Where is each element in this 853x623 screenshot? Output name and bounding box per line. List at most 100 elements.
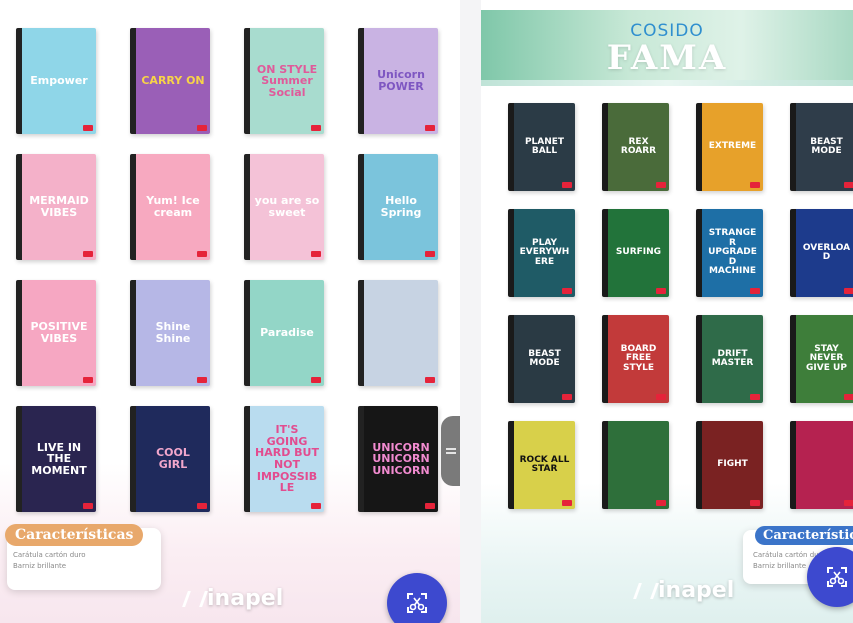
brand-badge-icon — [750, 500, 760, 506]
notebook-title: Unicorn POWER — [377, 68, 425, 93]
brand-badge-icon — [562, 500, 572, 506]
inapel-mark-icon — [182, 591, 208, 607]
brand-badge-icon — [656, 288, 666, 294]
brand-badge-icon — [311, 251, 321, 257]
left-notebook-cover[interactable]: Yum! Ice cream — [130, 154, 210, 260]
notebook-title: PLAY EVERYWHERE — [519, 237, 570, 267]
notebook-title: FIGHT — [717, 459, 748, 470]
scissors-crop-icon — [827, 567, 847, 587]
scissors-crop-icon — [407, 593, 427, 613]
notebook-title: BOARD FREE STYLE — [620, 343, 657, 373]
notebook-title: UNICORN UNICORN UNICORN — [372, 440, 430, 477]
notebook-title: ON STYLE Summer Social — [256, 62, 318, 99]
brand-badge-icon — [83, 125, 93, 131]
notebook-title: Hello Spring — [380, 194, 422, 219]
brand-badge-icon — [844, 500, 853, 506]
notebook-title: REX ROARR — [620, 136, 657, 156]
notebook-title: MERMAID VIBES — [29, 194, 89, 219]
brand-badge-icon — [425, 377, 435, 383]
left-characteristics-title: Características — [5, 524, 144, 546]
left-notebook-cover[interactable]: ON STYLE Summer Social — [244, 28, 324, 134]
left-notebook-cover[interactable]: Paradise — [244, 280, 324, 386]
notebook-title: SURFING — [615, 247, 662, 258]
brand-badge-icon — [83, 377, 93, 383]
notebook-title: EXTREME — [708, 141, 757, 152]
right-notebook-cover[interactable]: FIGHT — [696, 421, 763, 509]
left-notebook-cover[interactable]: Empower — [16, 28, 96, 134]
panel-divider — [460, 0, 481, 623]
brand-badge-icon — [311, 377, 321, 383]
left-catalog-panel: Empower CARRY ON ON STYLE Summer Social Uni… — [0, 0, 460, 623]
right-notebook-cover[interactable]: ROCK ALL STAR — [508, 421, 575, 509]
fama-banner: COSIDO FAMA — [481, 10, 853, 80]
notebook-title: POSITIVE VIBES — [30, 320, 88, 345]
right-notebook-cover[interactable]: PLANET BALL — [508, 103, 575, 191]
right-characteristics-title: Característica — [755, 526, 853, 545]
left-notebook-cover[interactable]: LIVE IN THE MOMENT — [16, 406, 96, 512]
left-notebook-cover[interactable]: you are so sweet — [244, 154, 324, 260]
drag-handle[interactable] — [441, 416, 460, 486]
left-brand-text: inapel — [207, 586, 284, 611]
right-notebook-cover[interactable]: OVERLOAD — [790, 209, 853, 297]
banner-title: FAMA — [606, 38, 728, 78]
right-notebook-cover[interactable] — [602, 421, 669, 509]
notebook-title: PLANET BALL — [524, 136, 565, 156]
brand-badge-icon — [83, 251, 93, 257]
brand-badge-icon — [844, 182, 853, 188]
right-notebook-cover[interactable]: STRANGER UPGRADED MACHINE — [696, 209, 763, 297]
right-notebook-grid: PLANET BALL REX ROARR EXTREME BEAST MODE PLA… — [508, 103, 853, 509]
brand-badge-icon — [562, 394, 572, 400]
brand-badge-icon — [311, 503, 321, 509]
notebook-title: DRIFT MASTER — [711, 348, 754, 368]
left-characteristic-item: Barniz brillante — [13, 562, 67, 570]
right-notebook-cover[interactable]: BEAST MODE — [508, 315, 575, 403]
right-brand-logo: inapel — [633, 578, 734, 603]
notebook-title: STAY NEVER GIVE UP — [806, 343, 847, 373]
brand-badge-icon — [197, 251, 207, 257]
right-notebook-cover[interactable]: STAY NEVER GIVE UP — [790, 315, 853, 403]
left-notebook-cover[interactable]: CARRY ON — [130, 28, 210, 134]
right-notebook-cover[interactable]: BEAST MODE — [790, 103, 853, 191]
notebook-title: BEAST MODE — [528, 348, 561, 368]
left-notebook-cover[interactable]: POSITIVE VIBES — [16, 280, 96, 386]
brand-badge-icon — [197, 377, 207, 383]
brand-badge-icon — [750, 288, 760, 294]
left-notebook-cover[interactable]: Hello Spring — [358, 154, 438, 260]
brand-badge-icon — [844, 394, 853, 400]
brand-badge-icon — [197, 125, 207, 131]
right-notebook-cover[interactable]: PLAY EVERYWHERE — [508, 209, 575, 297]
left-notebook-cover[interactable]: Shine Shine — [130, 280, 210, 386]
left-notebook-cover[interactable] — [358, 280, 438, 386]
left-notebook-cover[interactable]: UNICORN UNICORN UNICORN — [358, 406, 438, 512]
brand-badge-icon — [425, 251, 435, 257]
banner-stripe — [481, 80, 853, 86]
right-notebook-cover[interactable]: BOARD FREE STYLE — [602, 315, 669, 403]
brand-badge-icon — [197, 503, 207, 509]
brand-badge-icon — [83, 503, 93, 509]
left-notebook-cover[interactable]: Unicorn POWER — [358, 28, 438, 134]
left-characteristic-item: Carátula cartón duro — [13, 551, 86, 559]
inapel-mark-icon — [633, 583, 659, 599]
right-notebook-cover[interactable]: DRIFT MASTER — [696, 315, 763, 403]
brand-badge-icon — [656, 394, 666, 400]
notebook-title: Yum! Ice cream — [146, 194, 200, 219]
right-notebook-cover[interactable]: REX ROARR — [602, 103, 669, 191]
left-brand-logo: inapel — [182, 586, 284, 611]
right-notebook-cover[interactable] — [790, 421, 853, 509]
left-characteristics-list: Carátula cartón duro Barniz brillante — [13, 550, 86, 572]
notebook-title: OVERLOAD — [802, 242, 851, 262]
right-notebook-cover[interactable]: EXTREME — [696, 103, 763, 191]
brand-badge-icon — [562, 182, 572, 188]
brand-badge-icon — [311, 125, 321, 131]
left-notebook-cover[interactable]: IT'S GOING HARD BUT NOT IMPOSSIBLE — [244, 406, 324, 512]
notebook-title: Shine Shine — [155, 320, 191, 345]
left-notebook-cover[interactable]: COOL GIRL — [130, 406, 210, 512]
notebook-title: IT'S GOING HARD BUT NOT IMPOSSIBLE — [255, 423, 319, 495]
notebook-title: ROCK ALL STAR — [519, 454, 570, 474]
brand-badge-icon — [750, 394, 760, 400]
left-notebook-cover[interactable]: MERMAID VIBES — [16, 154, 96, 260]
right-notebook-cover[interactable]: SURFING — [602, 209, 669, 297]
brand-badge-icon — [562, 288, 572, 294]
drag-handle-icon — [445, 446, 456, 456]
brand-badge-icon — [750, 182, 760, 188]
